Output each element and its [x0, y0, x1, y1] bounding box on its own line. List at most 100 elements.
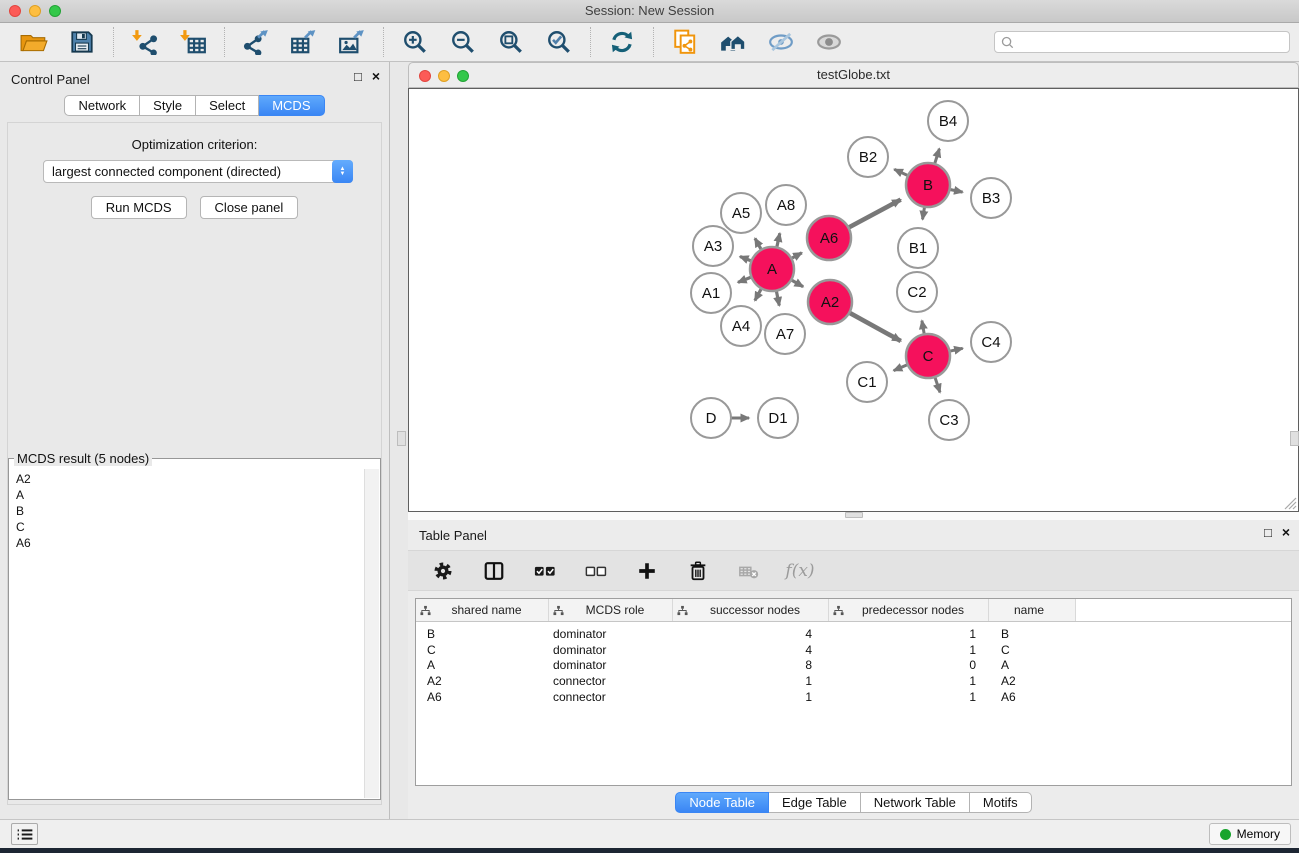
refresh-button[interactable] [604, 26, 640, 58]
result-scrollbar[interactable] [364, 469, 379, 798]
node-C1[interactable]: C1 [847, 362, 887, 402]
node-A2[interactable]: A2 [808, 280, 852, 324]
memory-button[interactable]: Memory [1209, 823, 1291, 845]
save-session-button[interactable] [64, 26, 100, 58]
import-network-button[interactable] [127, 26, 163, 58]
node-B4[interactable]: B4 [928, 101, 968, 141]
export-image-button[interactable] [334, 26, 370, 58]
home-button[interactable] [715, 26, 751, 58]
search-input[interactable] [1018, 34, 1283, 50]
mcds-result-item[interactable]: A2 [16, 471, 358, 487]
export-table-button[interactable] [286, 26, 322, 58]
hide-selected-button[interactable] [763, 26, 799, 58]
mcds-result-item[interactable]: C [16, 519, 358, 535]
node-B3[interactable]: B3 [971, 178, 1011, 218]
node-A[interactable]: A [750, 247, 794, 291]
table-row[interactable]: Cdominator41C [416, 642, 1291, 658]
column-header-successor-nodes[interactable]: successor nodes [673, 599, 829, 621]
node-A7[interactable]: A7 [765, 314, 805, 354]
traffic-lights [9, 5, 61, 17]
zoom-in-button[interactable] [397, 26, 433, 58]
run-mcds-button[interactable]: Run MCDS [91, 196, 187, 219]
close-panel-icon[interactable]: × [372, 70, 380, 83]
close-panel-button[interactable]: Close panel [200, 196, 299, 219]
edge-A2-C[interactable] [848, 312, 901, 341]
column-header-mcds-role[interactable]: MCDS role [549, 599, 673, 621]
float-panel-icon[interactable]: □ [1264, 526, 1272, 539]
node-C[interactable]: C [906, 334, 950, 378]
criterion-select[interactable]: largest connected component (directed) ▲… [43, 160, 353, 183]
node-A3[interactable]: A3 [693, 226, 733, 266]
tab-select[interactable]: Select [196, 95, 259, 116]
node-table: shared nameMCDS rolesuccessor nodesprede… [415, 598, 1292, 786]
mcds-result-item[interactable]: A6 [16, 535, 358, 551]
network-canvas[interactable]: B4 B2 B B3 A8A5 A6 B1 A3 A A1 C2 A2 A4A7 C4 C C1 C3 D D1 [408, 88, 1299, 512]
export-network-button[interactable] [238, 26, 274, 58]
tab-style[interactable]: Style [140, 95, 196, 116]
edge-A6-B[interactable] [847, 200, 901, 229]
node-D[interactable]: D [691, 398, 731, 438]
show-all-button[interactable] [811, 26, 847, 58]
tab-edge-table[interactable]: Edge Table [769, 792, 861, 813]
column-header-predecessor-nodes[interactable]: predecessor nodes [829, 599, 989, 621]
zoom-out-button[interactable] [445, 26, 481, 58]
node-A6[interactable]: A6 [807, 216, 851, 260]
close-view-button[interactable] [419, 70, 431, 82]
deselect-all-rows-button[interactable] [583, 558, 609, 584]
horizontal-splitter[interactable] [408, 512, 1299, 520]
open-session-button[interactable] [16, 26, 52, 58]
table-cell: 4 [673, 643, 829, 657]
column-header-shared-name[interactable]: shared name [416, 599, 549, 621]
mcds-result-item[interactable]: A [16, 487, 358, 503]
maximize-view-button[interactable] [457, 70, 469, 82]
select-all-rows-button[interactable] [532, 558, 558, 584]
attribute-type-icon [833, 605, 844, 616]
show-columns-button[interactable] [481, 558, 507, 584]
column-header-name[interactable]: name [989, 599, 1076, 621]
zoom-selected-button[interactable] [541, 26, 577, 58]
node-A4[interactable]: A4 [721, 306, 761, 346]
tab-network[interactable]: Network [64, 95, 140, 116]
table-row[interactable]: A2connector11A2 [416, 673, 1291, 689]
node-A8[interactable]: A8 [766, 185, 806, 225]
resize-grip-icon[interactable] [1282, 495, 1297, 510]
table-row[interactable]: Bdominator41B [416, 626, 1291, 642]
left-splitter-handle[interactable] [397, 431, 406, 446]
add-row-button[interactable] [634, 558, 660, 584]
tab-mcds[interactable]: MCDS [259, 95, 324, 116]
close-window-button[interactable] [9, 5, 21, 17]
node-C3[interactable]: C3 [929, 400, 969, 440]
close-panel-icon[interactable]: × [1282, 526, 1290, 539]
destroy-table-button[interactable] [736, 558, 762, 584]
fullscreen-window-button[interactable] [49, 5, 61, 17]
node-C4[interactable]: C4 [971, 322, 1011, 362]
node-C2[interactable]: C2 [897, 272, 937, 312]
node-D1[interactable]: D1 [758, 398, 798, 438]
zoom-fit-button[interactable] [493, 26, 529, 58]
function-builder-button[interactable]: f(x) [787, 558, 813, 584]
node-A5[interactable]: A5 [721, 193, 761, 233]
float-panel-icon[interactable]: □ [354, 70, 362, 83]
table-row[interactable]: Adominator80A [416, 657, 1291, 673]
delete-row-button[interactable] [685, 558, 711, 584]
mcds-result-item[interactable]: B [16, 503, 358, 519]
node-B[interactable]: B [906, 163, 950, 207]
table-row[interactable]: A6connector11A6 [416, 689, 1291, 705]
node-B1[interactable]: B1 [898, 228, 938, 268]
show-panels-button[interactable] [11, 823, 38, 845]
minimize-view-button[interactable] [438, 70, 450, 82]
tab-network-table[interactable]: Network Table [861, 792, 970, 813]
import-table-button[interactable] [175, 26, 211, 58]
node-A1[interactable]: A1 [691, 273, 731, 313]
tab-node-table[interactable]: Node Table [675, 792, 769, 813]
mcds-result-list: A2ABCA6 [11, 469, 363, 797]
minimize-window-button[interactable] [29, 5, 41, 17]
table-cell: 1 [673, 690, 829, 704]
table-settings-button[interactable] [430, 558, 456, 584]
mcds-result-title: MCDS result (5 nodes) [14, 451, 152, 466]
right-splitter-handle[interactable] [1290, 431, 1299, 446]
node-B2[interactable]: B2 [848, 137, 888, 177]
splitter-handle[interactable] [845, 512, 863, 518]
tab-motifs[interactable]: Motifs [970, 792, 1032, 813]
new-network-from-selection-button[interactable] [667, 26, 703, 58]
